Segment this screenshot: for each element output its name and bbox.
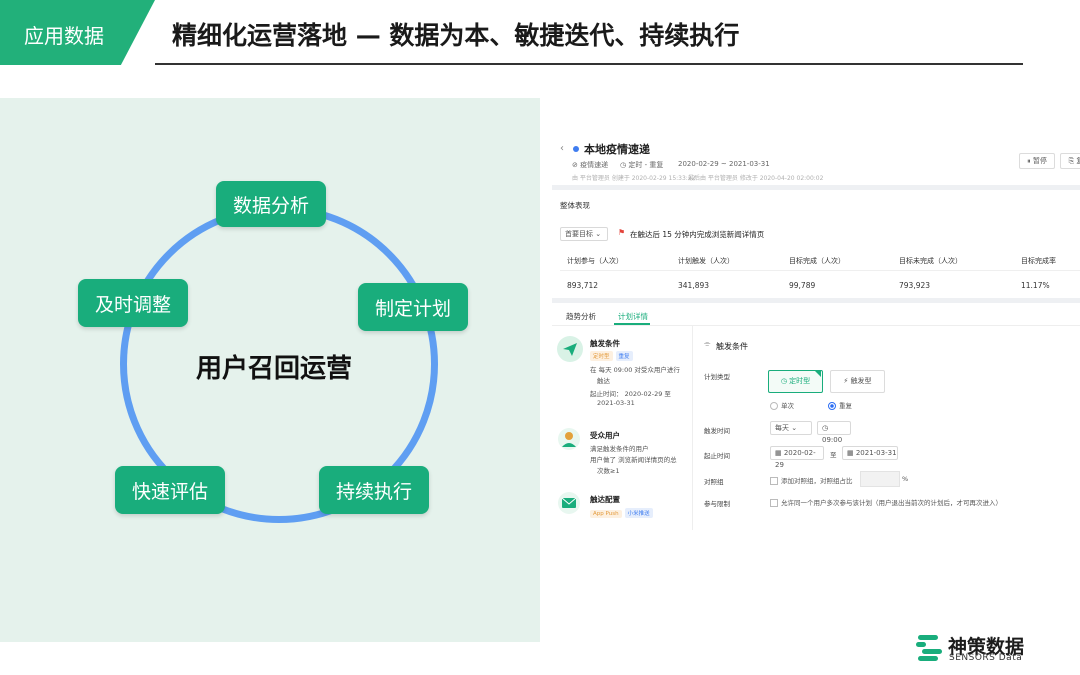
stat-value: 893,712	[567, 281, 599, 290]
participate-label: 参与限制	[704, 500, 730, 508]
chevron-left-icon[interactable]: ‹	[560, 143, 564, 154]
once-radio[interactable]: 单次	[770, 400, 794, 410]
cycle-node-evaluate: 快速评估	[115, 466, 225, 514]
stat-divider	[560, 270, 1080, 271]
control-checkbox[interactable]: 添加对照组，对照组占比	[770, 475, 853, 485]
stat-value: 99,789	[789, 281, 816, 290]
stat-header: 目标完成率	[1021, 257, 1056, 265]
cycle-center-label: 用户召回运营	[196, 354, 353, 384]
cycle-node-execute: 持续执行	[319, 466, 429, 514]
section-tag-label: 应用数据	[24, 24, 104, 48]
plan-meta-created: 由 平台管理员 创建于 2020-02-29 15:33:22	[572, 175, 696, 182]
brand-name-en: SENSORS Data	[949, 653, 1023, 663]
reach-step-title: 触达配置	[590, 495, 620, 504]
stat-value: 341,893	[678, 281, 710, 290]
trigger-chips: 定时型 重复	[590, 351, 636, 361]
goal-text: 在触达后 15 分钟内完成浏览新闻详情页	[630, 230, 765, 239]
plan-schedule: ◷ 定时 - 重复	[620, 161, 664, 169]
stat-value: 793,923	[899, 281, 931, 290]
cycle-node-adjust: 及时调整	[78, 279, 188, 327]
participate-checkbox[interactable]: 允许同一个用户多次参与该计划（用户退出当前次的计划后，才可再次进入）	[770, 497, 1002, 507]
range-label: 起止时间	[704, 452, 730, 460]
slide-title: 精细化运营落地 — 数据为本、敏捷迭代、持续执行	[172, 21, 740, 50]
percent-sign: %	[902, 475, 909, 483]
copy-button[interactable]: ⎘ 复	[1060, 153, 1080, 169]
audience-line: 次数≥1	[597, 467, 620, 475]
tab-trend[interactable]: 趋势分析	[566, 311, 596, 322]
trigger-time-label: 触发时间	[704, 427, 730, 435]
tab-plan-detail[interactable]: 计划详情	[618, 311, 648, 322]
stat-header: 计划参与（人次）	[567, 257, 623, 265]
repeat-radio[interactable]: 重复	[828, 400, 852, 410]
trigger-step-title: 触发条件	[590, 339, 620, 348]
overview-title: 整体表现	[560, 201, 590, 210]
trigger-line: 2021-03-31	[597, 399, 635, 407]
trigger-line: 触达	[597, 377, 610, 385]
plan-category: ⊘ 疫情速递	[572, 161, 609, 169]
control-ratio-input[interactable]	[860, 471, 900, 487]
pause-button[interactable]: ⏸ 暂停	[1019, 153, 1055, 169]
title-divider	[155, 63, 1023, 65]
selected-corner-mark	[814, 370, 821, 377]
end-date-input[interactable]: ▦ 2021-03-31	[842, 446, 898, 460]
cycle-node-analysis: 数据分析	[216, 181, 326, 227]
paper-plane-icon: ⌯	[704, 339, 711, 348]
stat-value: 11.17%	[1021, 281, 1050, 290]
reach-chips: App Push 小米推送	[590, 508, 656, 518]
start-date-input[interactable]: ▦ 2020-02-29	[770, 446, 824, 469]
audience-line: 满足触发条件的用户	[590, 445, 649, 453]
section-gap	[552, 185, 1080, 190]
plan-date-range: 2020-02-29 ~ 2021-03-31	[678, 160, 770, 168]
send-icon	[557, 336, 583, 362]
stat-header: 计划触发（人次）	[678, 257, 734, 265]
flag-icon: ⚑	[618, 228, 626, 237]
plan-meta-updated: 最后由 平台管理员 修改于 2020-04-20 02:00:02	[688, 175, 824, 182]
range-separator: 至	[830, 451, 837, 459]
form-section-title: 触发条件	[716, 342, 748, 351]
status-dot-icon	[573, 146, 579, 152]
frequency-select[interactable]: 每天 ⌄	[770, 421, 812, 435]
trigger-line: 在 每天 09:00 对受众用户进行	[590, 366, 680, 374]
plan-detail-screenshot: ‹ 本地疫情速递 ⊘ 疫情速递 ◷ 定时 - 重复 2020-02-29 ~ 2…	[552, 130, 1080, 530]
trigger-line: 起止时间： 2020-02-29 至	[590, 390, 671, 398]
audience-line: 用户做了 浏览新闻详情页的总	[590, 456, 677, 464]
sensors-logo-icon	[916, 635, 942, 661]
audience-step-title: 受众用户	[590, 431, 620, 440]
control-label: 对照组	[704, 478, 724, 486]
cycle-node-plan: 制定计划	[358, 283, 468, 331]
plan-type-label: 计划类型	[704, 373, 730, 381]
section-gap	[552, 298, 1080, 303]
stat-header: 目标未完成（人次）	[899, 257, 962, 265]
user-icon	[558, 428, 580, 450]
mail-icon	[558, 492, 580, 514]
stat-header: 目标完成（人次）	[789, 257, 845, 265]
time-input[interactable]: ◷ 09:00	[817, 421, 851, 444]
plan-title: 本地疫情速递	[584, 143, 650, 156]
goal-select[interactable]: 首要目标 ⌄	[560, 227, 608, 241]
type-trigger-button[interactable]: ⚡ 触发型	[830, 370, 885, 393]
